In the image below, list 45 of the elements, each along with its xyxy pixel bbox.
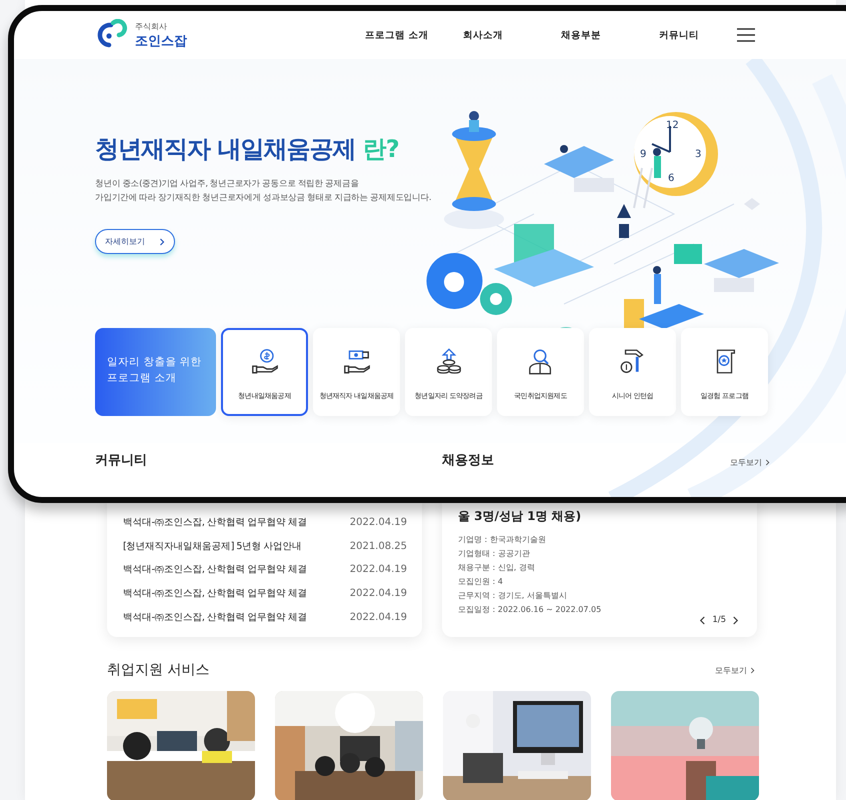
nav-link[interactable]: 회사소개 [463,28,561,42]
section-title: 취업지원 서비스 [107,661,210,679]
post-title[interactable]: 백석대-㈜조인스잡, 산학협력 업무협약 체결 [123,587,308,600]
nav-link[interactable]: 채용부분 [561,28,659,42]
coin-hand-icon [250,348,280,375]
post-date: 2021.08.25 [350,540,407,552]
nav-link[interactable]: 커뮤니티 [659,28,757,42]
hero-description: 청년이 중소(중견)기업 사업주, 청년근로자가 공동으로 적립한 공제금을 [95,178,360,191]
nav-link[interactable]: 프로그램 소개 [365,28,463,42]
job-detail: 채용구분 : 신입, 경력 [458,562,535,574]
post-title[interactable]: 백석대-㈜조인스잡, 산학협력 업무협약 체결 [123,516,308,530]
job-title[interactable]: 울 3명/성남 1명 채용) [458,508,741,525]
menu-icon[interactable] [737,28,755,42]
clock-numeral: 6 [668,173,674,184]
post-date: 2022.04.19 [350,564,407,576]
job-detail: 모집일정 : 2022.06.16 ~ 2022.07.05 [458,604,602,616]
clock-numeral: 3 [695,149,702,160]
chevron-icon [765,458,770,466]
post-title[interactable]: [청년재직자내일채움공제] 5년형 사업안내 [123,540,302,553]
hero-title: 청년재직자 내일채움공제 란? [95,134,400,165]
money-hand-icon [342,348,372,375]
hero-description: 가입기간에 따라 장기재직한 청년근로자에게 성과보상금 형태로 지급하는 공제제도입니다. [95,192,432,205]
previous-icon[interactable] [699,616,706,624]
job-detail: 모집인원 : 4 [458,576,503,588]
clock-numeral: 9 [640,149,646,160]
details-button[interactable]: 자세히보기 [95,229,175,254]
logo-subtitle: 주식회사 [135,20,168,32]
more-link[interactable]: 모두보기 [730,456,770,468]
post-title[interactable]: 백석대-㈜조인스잡, 산학협력 업무협약 체결 [123,563,308,576]
program-intro-card: 일자리 창출을 위한 프로그램 소개 [95,328,216,416]
post-date: 2022.04.19 [350,588,407,600]
section-title: 채용정보 [442,452,495,469]
post-title[interactable]: 백석대-㈜조인스잡, 산학협력 업무협약 체결 [123,610,308,624]
page-indicator: 1/5 [712,615,726,625]
more-link[interactable]: 모두보기 [715,664,755,676]
job-detail: 기업형태 : 공공기관 [458,548,530,560]
chevron-icon [159,238,165,246]
section-title: 커뮤니티 [95,452,148,469]
post-date: 2022.04.19 [350,612,407,623]
job-detail: 근무지역 : 경기도, 서울특별시 [458,590,567,602]
chevron-icon [750,666,755,674]
post-date: 2022.04.19 [350,517,407,528]
next-icon[interactable] [732,616,739,624]
job-detail: 기업명 : 한국과학기술원 [458,534,546,546]
logo-name[interactable]: 조인스잡 [135,32,187,50]
